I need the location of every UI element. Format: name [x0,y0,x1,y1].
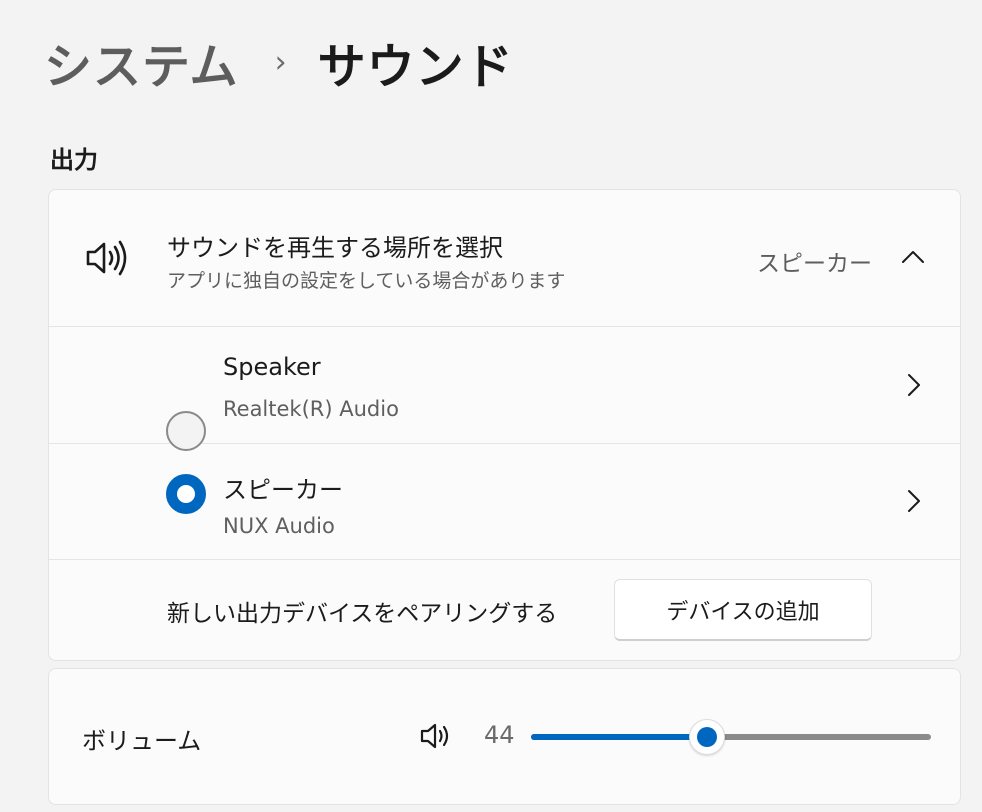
volume-slider[interactable] [531,719,931,755]
output-selector-subtitle: アプリに独自の設定をしている場合があります [167,270,566,292]
chevron-up-icon[interactable] [900,244,926,270]
speaker-icon [86,240,127,276]
add-device-button[interactable]: デバイスの追加 [614,579,872,641]
output-card: サウンドを再生する場所を選択 アプリに独自の設定をしている場合があります スピー… [48,189,961,661]
volume-label: ボリューム [82,727,202,755]
speaker-icon[interactable] [419,721,455,751]
output-selector-header[interactable]: サウンドを再生する場所を選択 アプリに独自の設定をしている場合があります スピー… [49,190,960,326]
output-selected-value: スピーカー [757,251,872,277]
chevron-right-icon[interactable] [904,371,924,399]
device-name: スピーカー [223,476,343,504]
output-selector-title: サウンドを再生する場所を選択 [167,234,503,262]
volume-slider-thumb[interactable] [689,719,725,755]
device-name: Speaker [223,353,321,381]
pair-device-row: 新しい出力デバイスをペアリングする デバイスの追加 [49,559,960,660]
volume-card: ボリューム 44 [48,668,961,805]
radio-nux[interactable] [166,474,206,514]
breadcrumb: システム › サウンド [44,22,514,102]
output-section-title: 出力 [50,146,98,174]
breadcrumb-parent[interactable]: システム [44,27,239,97]
volume-value: 44 [484,721,515,749]
volume-slider-fill [531,734,707,740]
device-subtitle: Realtek(R) Audio [223,397,399,421]
pair-device-label: 新しい出力デバイスをペアリングする [167,601,558,627]
chevron-right-icon[interactable] [904,487,924,515]
radio-speaker[interactable] [166,411,206,451]
breadcrumb-separator: › [274,44,288,80]
volume-slider-thumb-dot [697,727,717,747]
page-title: サウンド [317,39,514,95]
device-subtitle: NUX Audio [223,514,335,538]
